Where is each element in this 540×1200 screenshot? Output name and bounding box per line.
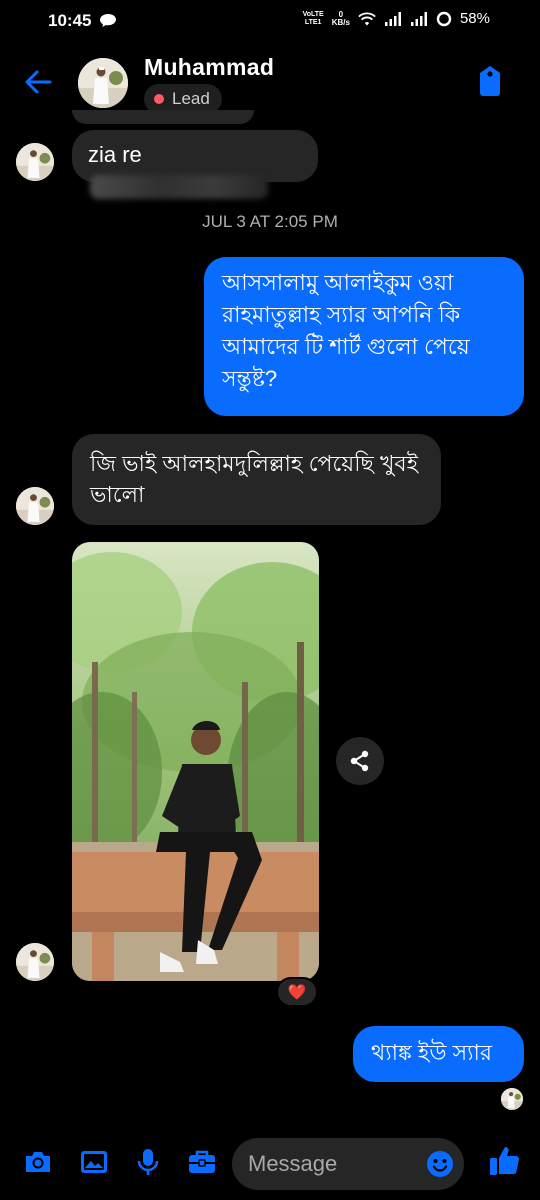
heart-reaction[interactable]: ❤️ [276,977,318,1007]
battery-ring-icon [436,11,452,26]
outgoing-message-bubble[interactable]: থ্যাঙ্ক ইউ স্যার [353,1026,524,1082]
message-text: জি ভাই আলহামদুলিল্লাহ পেয়েছি খুবই ভালো [90,451,419,507]
microphone-icon[interactable] [132,1146,164,1178]
sender-avatar[interactable] [16,487,54,525]
share-icon [350,750,369,772]
photo-message[interactable] [72,542,319,981]
sender-avatar-image [16,487,54,525]
redacted-text [90,175,268,200]
volte-indicator: VoLTE LTE1 [302,10,324,26]
incoming-message-bubble[interactable]: জি ভাই আলহামদুলিল্লাহ পেয়েছি খুবই ভালো [72,434,441,525]
incoming-message-bubble[interactable]: zia re [72,130,318,200]
emoji-icon[interactable] [426,1150,454,1178]
briefcase-icon[interactable] [186,1146,218,1178]
thumbs-up-icon[interactable] [488,1144,522,1178]
previous-bubble-edge [72,110,254,124]
lead-status-dot [154,94,164,104]
network-speed: 0 KB/s [331,9,350,27]
message-text: zia re [88,142,142,167]
sender-avatar-image [16,143,54,181]
share-button[interactable] [336,737,384,785]
battery-percent: 58% [459,10,490,27]
lead-label-text: Lead [172,89,210,108]
signal-icon-sim2 [410,11,427,26]
message-composer [0,1130,540,1200]
message-text: আসসালামু আলাইকুম ওয়া রাহমাতুল্লাহ স্যার… [222,270,470,391]
signal-icon-sim1 [384,11,401,26]
sender-avatar[interactable] [16,143,54,181]
sender-avatar[interactable] [16,943,54,981]
sender-avatar-image [16,943,54,981]
camera-icon[interactable] [22,1146,54,1178]
status-time: 10:45 [48,11,92,30]
tag-icon[interactable] [476,64,504,98]
status-indicators: VoLTE LTE1 0 KB/s 58% [303,10,490,27]
seen-indicator-avatar [501,1088,523,1110]
image-icon[interactable] [78,1146,110,1178]
contact-avatar[interactable] [78,58,128,108]
chat-notification-icon [100,14,116,27]
message-text: থ্যাঙ্ক ইউ স্যার [371,1040,492,1065]
seen-avatar-image [501,1088,523,1110]
contact-name[interactable]: Muhammad [144,54,274,81]
heart-icon: ❤️ [287,984,307,1001]
message-timestamp: JUL 3 AT 2:05 PM [202,212,338,231]
wifi-icon [358,12,376,25]
outgoing-message-bubble[interactable]: আসসালামু আলাইকুম ওয়া রাহমাতুল্লাহ স্যার… [204,257,524,416]
status-bar: 10:45 VoLTE LTE1 0 KB/s 58% [0,0,540,44]
photo-image [72,542,319,981]
back-arrow-icon[interactable] [22,66,54,98]
contact-avatar-image [78,58,128,108]
